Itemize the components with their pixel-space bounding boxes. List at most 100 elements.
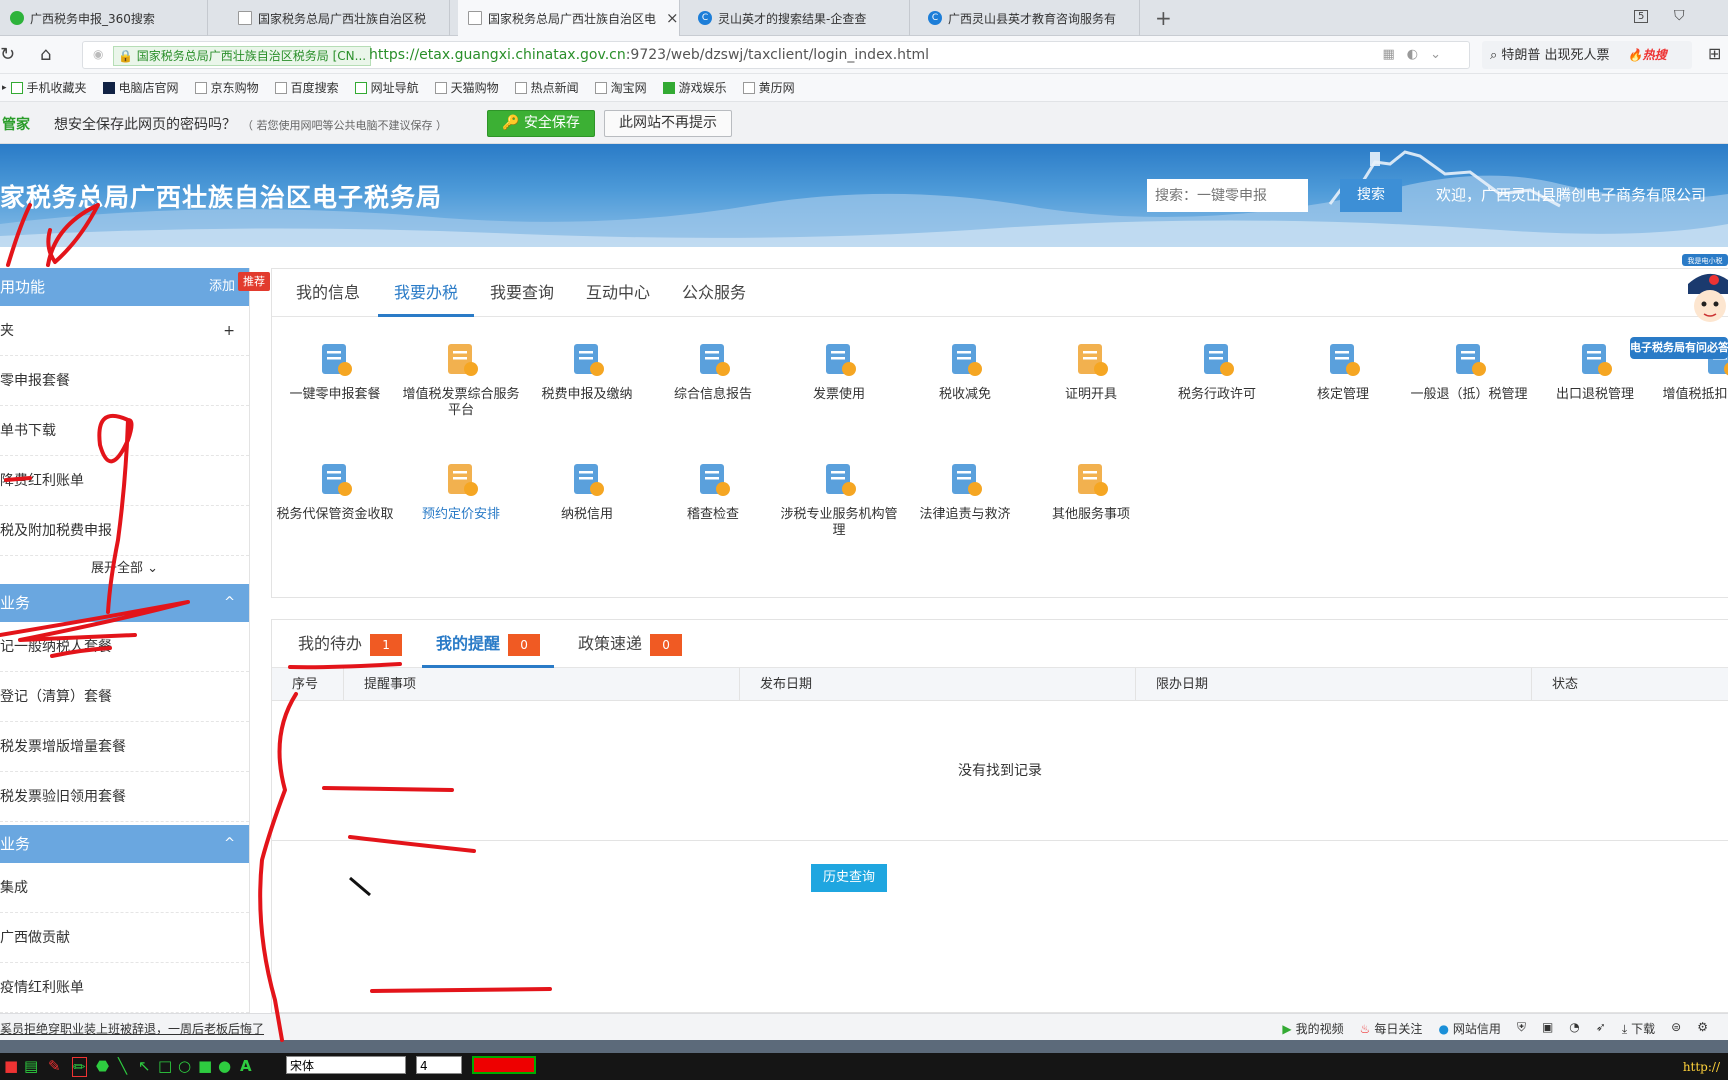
tab-do-tax[interactable]: 我要办税 [378, 269, 475, 317]
bookmark-item[interactable]: 游戏娱乐 [662, 79, 727, 96]
service-tile[interactable]: 法律追责与救济 [906, 459, 1024, 523]
site-credit-button[interactable]: ● 网站信用 [1438, 1020, 1501, 1037]
bookmark-item[interactable]: 网址导航 [354, 79, 419, 96]
fill-icon[interactable]: ⬣ [96, 1057, 109, 1075]
address-tools[interactable]: ▦◐⌄ [1382, 47, 1453, 62]
site-search-input[interactable] [1147, 179, 1308, 212]
close-tab-icon[interactable]: × [666, 9, 679, 27]
eraser-icon[interactable]: ✎ [48, 1057, 61, 1075]
tab-public-service[interactable]: 公众服务 [666, 269, 762, 317]
mascot-banner[interactable]: 电子税务局有问必答 [1630, 337, 1728, 359]
service-tile[interactable]: 纳税信用 [528, 459, 646, 523]
service-tile[interactable]: 增值税发票综合服务平台 [402, 339, 520, 419]
sidebar-item[interactable]: 税及附加税费申报 [0, 506, 249, 556]
filled-rect-icon[interactable]: ■ [198, 1057, 212, 1075]
column-header-deadline[interactable]: 限办日期 [1136, 668, 1532, 701]
bookmark-item[interactable]: 电脑店官网 [102, 79, 179, 96]
column-header-index[interactable]: 序号 [272, 668, 344, 701]
sidebar-section-common[interactable]: 用功能 添加 [0, 268, 249, 306]
speed-icon[interactable]: ◔ [1569, 1020, 1579, 1037]
service-tile[interactable]: 税费申报及缴纳 [528, 339, 646, 403]
tab-count-badge[interactable]: 5 [1634, 10, 1649, 23]
url-text[interactable]: https://etax.guangxi.chinatax.gov.cn:972… [369, 47, 929, 63]
bookmark-arrow-icon[interactable]: ▸ [2, 83, 7, 93]
filled-ellipse-icon[interactable]: ● [218, 1057, 231, 1075]
secure-site-chip[interactable]: 🔒 国家税务总局广西壮族自治区税务局 [CN... [113, 46, 372, 66]
service-tile[interactable]: 涉税专业服务机构管理 [780, 459, 898, 539]
chevron-up-icon[interactable]: ^ [224, 825, 235, 863]
pen-icon[interactable]: ✏ [72, 1057, 87, 1077]
settings-icon[interactable]: ⚙ [1697, 1020, 1708, 1037]
pen-size-select[interactable]: 4 [416, 1056, 462, 1074]
chevron-up-icon[interactable]: ^ [224, 584, 235, 622]
sidebar-item-folder[interactable]: 夹 + [0, 306, 249, 356]
download-button[interactable]: ⤓ 下载 [1622, 1020, 1655, 1037]
home-icon[interactable]: ⌂ [40, 44, 51, 65]
save-password-button[interactable]: 🔑 安全保存 [487, 110, 595, 137]
bookmark-item[interactable]: 京东购物 [194, 79, 259, 96]
browser-tab-active[interactable]: 国家税务总局广西壮族自治区电 × [458, 0, 680, 36]
expand-all-link[interactable]: 展开全部 ⌄ [0, 558, 249, 580]
bookmark-item[interactable]: 黄历网 [742, 79, 795, 96]
sidebar-item[interactable]: 单书下载 [0, 406, 249, 456]
tab-my-info[interactable]: 我的信息 [280, 269, 376, 317]
apps-grid-icon[interactable]: ⊞ [1708, 44, 1721, 63]
refresh-icon[interactable]: ↻ [0, 44, 15, 65]
sidebar-add-link[interactable]: 添加 [209, 268, 235, 306]
new-tab-plus-icon[interactable]: + [1155, 6, 1172, 30]
column-header-publish-date[interactable]: 发布日期 [740, 668, 1136, 701]
history-query-button[interactable]: 历史查询 [811, 864, 887, 892]
pen-color-select[interactable] [472, 1056, 536, 1074]
service-tile[interactable]: 预约定价安排 [402, 459, 520, 523]
sidebar-item[interactable]: 疫情红利账单 [0, 963, 249, 1013]
address-bar[interactable]: ◉ 🔒 国家税务总局广西壮族自治区税务局 [CN... https://etax… [82, 41, 1470, 69]
sidebar-section-business-2[interactable]: 业务 ^ [0, 825, 249, 863]
never-for-site-button[interactable]: 此网站不再提示 [604, 110, 732, 137]
tab-query[interactable]: 我要查询 [474, 269, 570, 317]
browser-tab[interactable]: 广西税务申报_360搜索 [0, 0, 208, 36]
ellipse-icon[interactable]: ○ [178, 1057, 191, 1075]
service-tile[interactable]: 其他服务事项 [1032, 459, 1150, 523]
tab-interaction[interactable]: 互动中心 [570, 269, 666, 317]
bookmark-item[interactable]: 百度搜索 [274, 79, 339, 96]
font-select[interactable]: 宋体 [286, 1056, 406, 1074]
tab-policy-news[interactable]: 政策速递 0 [564, 620, 696, 668]
sidebar-item[interactable]: 税发票增版增量套餐 [0, 722, 249, 772]
sidebar-item[interactable]: 集成 [0, 863, 249, 913]
sidebar-item[interactable]: 记一般纳税人套餐 [0, 622, 249, 672]
shield-icon[interactable]: ⛨ [1517, 1020, 1526, 1037]
service-tile[interactable]: 发票使用 [780, 339, 898, 403]
column-header-status[interactable]: 状态 [1532, 668, 1728, 701]
service-tile[interactable]: 一般退（抵）税管理 [1410, 339, 1528, 403]
service-tile[interactable]: 证明开具 [1032, 339, 1150, 403]
column-header-item[interactable]: 提醒事项 [344, 668, 740, 701]
tab-my-reminders[interactable]: 我的提醒 0 [422, 620, 555, 668]
arrow-icon[interactable]: ↖ [138, 1057, 151, 1075]
service-tile[interactable]: 税务行政许可 [1158, 339, 1276, 403]
service-tile[interactable]: 一键零申报套餐 [276, 339, 394, 403]
service-tile[interactable]: 税收减免 [906, 339, 1024, 403]
sidebar-section-business[interactable]: 业务 ^ [0, 584, 249, 622]
sidebar-item[interactable]: 登记（清算）套餐 [0, 672, 249, 722]
compat-mode-icon[interactable]: ◐ [1407, 47, 1430, 62]
browser-tab[interactable]: C 广西灵山县英才教育咨询服务有 [918, 0, 1140, 36]
sidebar-item[interactable]: 广西做贡献 [0, 913, 249, 963]
image-icon[interactable]: ▣ [1542, 1020, 1553, 1037]
service-tile[interactable]: 综合信息报告 [654, 339, 772, 403]
sidebar-item[interactable]: 零申报套餐 [0, 356, 249, 406]
sound-icon[interactable]: ⊜ [1671, 1020, 1681, 1037]
sidebar-item[interactable]: 降费红利账单 [0, 456, 249, 506]
service-tile[interactable]: 核定管理 [1284, 339, 1402, 403]
service-tile[interactable]: 稽查检查 [654, 459, 772, 523]
news-ticker-link[interactable]: 奚员拒绝穿职业装上班被辞退，一周后老板后悔了 [0, 1020, 264, 1037]
my-video-button[interactable]: ▶ 我的视频 [1282, 1020, 1343, 1037]
site-search-button[interactable]: 搜索 [1340, 179, 1402, 212]
plus-icon[interactable]: + [223, 306, 235, 355]
service-tile[interactable]: 税务代保管资金收取 [276, 459, 394, 523]
exit-icon[interactable]: ■ [4, 1057, 18, 1075]
line-icon[interactable]: ╲ [118, 1057, 127, 1075]
shirt-skin-icon[interactable]: ⛉ [1674, 8, 1685, 24]
daily-follow-button[interactable]: ♨ 每日关注 [1360, 1020, 1423, 1037]
bookmark-item[interactable]: 天猫购物 [434, 79, 499, 96]
recommend-tag[interactable]: 推荐 [238, 272, 270, 291]
